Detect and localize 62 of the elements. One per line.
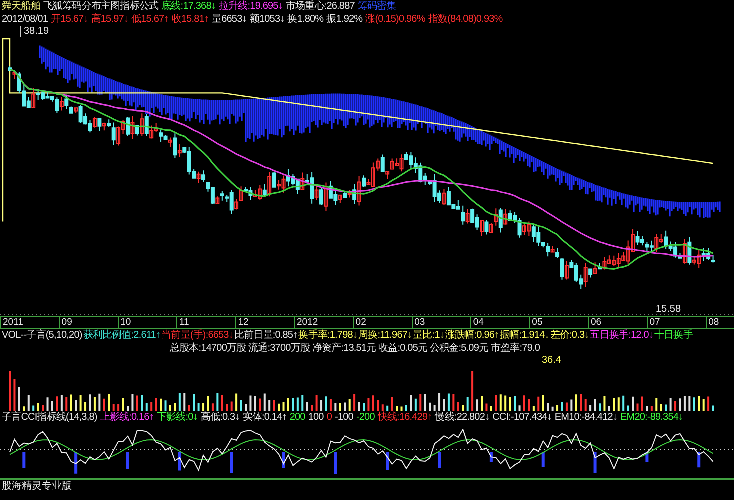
cci-stat: EM20:-89.354↓ xyxy=(620,411,684,424)
quote-value: 高15.97↓ xyxy=(91,13,129,26)
quote-value: 额1053↓ xyxy=(250,13,285,26)
cci-stat: 快线:16.429↑ xyxy=(378,411,432,424)
fundamentals-text: 总股本:14700万股 流通:3700万股 净资产:13.51元 收益:0.05元 公积金:5.09元 市盈率:79.0 xyxy=(170,342,540,355)
quote-value: 收15.81↑ xyxy=(172,13,209,26)
quote-value: 振1.92% xyxy=(326,13,363,26)
indicator-label: 底线:17.368↓ xyxy=(162,0,216,13)
cci-stat: CCI:-107.434↓ xyxy=(492,411,552,424)
cci-stat: -200 xyxy=(356,411,375,424)
date-axis-label: 04 xyxy=(470,317,530,328)
date-axis-label: 08 xyxy=(706,317,734,328)
quote-value: 指数(84.08)0.93% xyxy=(428,13,503,26)
date-axis-label: 11 xyxy=(176,317,236,328)
date-axis-label: 05 xyxy=(529,317,588,328)
cci-stat: 慢线:22.802↓ xyxy=(435,411,490,424)
cci-stat: 100 xyxy=(308,411,324,424)
high-price-label: 38.19 xyxy=(20,26,50,37)
indicator-label: 拉升线:19.695↓ xyxy=(218,0,283,13)
volume-stat: 十日换手 xyxy=(654,329,693,342)
date-axis-label: 02 xyxy=(352,317,412,328)
quote-value: 2012/08/01 xyxy=(2,13,48,26)
cci-stat: 实体:0.14↑ xyxy=(242,411,287,424)
date-axis-label: 06 xyxy=(588,317,647,328)
cci-stat: EM10:-84.412↓ xyxy=(554,411,618,424)
status-bar: 股海精灵专业版 xyxy=(0,479,734,493)
indicator-label: 飞狐筹码分布主图指标公式 xyxy=(43,0,159,13)
volume-stat: 量比:1↓ xyxy=(413,329,444,342)
date-axis-label: 03 xyxy=(412,317,470,328)
cci-stat: 200 xyxy=(290,411,306,424)
volume-stat: 五日换手:12.0↓ xyxy=(590,329,654,342)
volume-stat: VOL--子言(5,10,20) xyxy=(2,329,82,342)
quote-value: 低15.67↑ xyxy=(132,13,169,26)
quote-value: 换1.80% xyxy=(288,13,324,26)
cci-stat: -100 xyxy=(335,411,354,424)
quote-value: 量6653↓ xyxy=(212,13,247,26)
volume-stat: 振幅:1.914↓ xyxy=(500,329,550,342)
date-axis-label: 09 xyxy=(58,317,118,328)
cci-stat: 高低:0.3↓ xyxy=(200,411,240,424)
cci-stat: 0 xyxy=(326,411,332,424)
low-price-label: 15.58 xyxy=(656,304,682,315)
volume-peak-label: 36.4 xyxy=(542,355,562,366)
volume-stat: 周换:11.967↓ xyxy=(358,329,412,342)
cci-stat: 上影线:0.16↑ xyxy=(100,411,154,424)
quote-value: 开15.67↓ xyxy=(51,13,88,26)
date-axis-label: 12 xyxy=(235,317,294,328)
date-axis-label: 07 xyxy=(646,317,706,328)
cci-stat: 子言CCI指标线(14,3,8) xyxy=(2,411,98,424)
indicator-label: 舜天船舶 xyxy=(2,0,40,13)
cci-stat: 下影线:0↓ xyxy=(156,411,198,424)
volume-stat: 换手率:1.798↓ xyxy=(298,329,358,342)
indicator-label: 市场重心:26.887 xyxy=(286,0,355,13)
volume-stat: 当前量(手):6653↓ xyxy=(162,329,234,342)
volume-stat: 获利比例值:2.611↑ xyxy=(83,329,161,342)
volume-stat: 涨跌幅:0.96↑ xyxy=(445,329,500,342)
date-axis-label: 10 xyxy=(118,317,176,328)
volume-stat: 比前日量:0.85↑ xyxy=(234,329,298,342)
quote-value: 涨(0.15)0.96% xyxy=(366,13,426,26)
indicator-label: 筹码密集 xyxy=(358,0,396,13)
volume-stat: 差价:0.3↓ xyxy=(550,329,590,342)
date-axis-label: 2011 xyxy=(0,317,59,328)
date-axis-label: 2012 xyxy=(294,317,353,328)
